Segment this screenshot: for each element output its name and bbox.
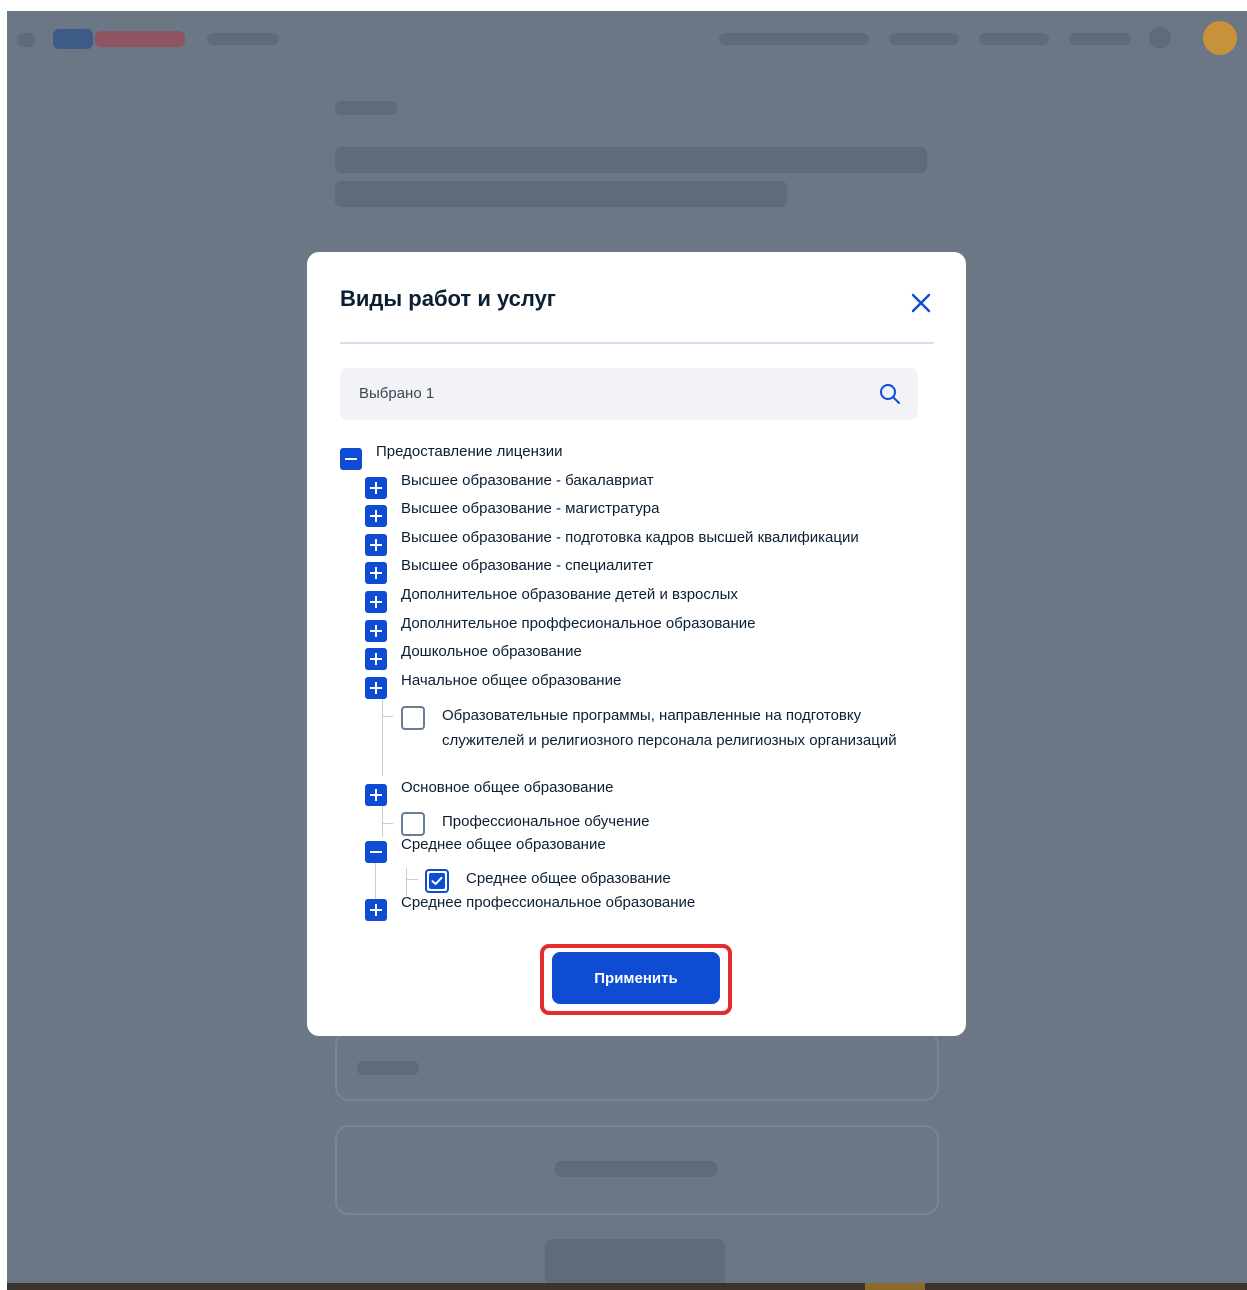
- taskbar-accent: [865, 1283, 925, 1290]
- expand-icon[interactable]: [365, 648, 387, 670]
- tree-node[interactable]: Среднее общее образование: [365, 836, 606, 863]
- collapse-icon[interactable]: [340, 448, 362, 470]
- tree-leaf[interactable]: Профессиональное обучение: [401, 812, 649, 836]
- tree-connector: [375, 858, 376, 904]
- tree-leaf-label: Профессиональное обучение: [442, 813, 650, 830]
- blurred-page-title-line: [335, 181, 787, 207]
- tree-connector: [406, 879, 418, 880]
- blurred-input-text: [357, 1061, 419, 1075]
- tree-node-label: Высшее образование - подготовка кадров в…: [401, 529, 859, 546]
- tree-leaf-label: Образовательные программы, направленные …: [442, 707, 897, 749]
- blurred-avatar: [1203, 21, 1237, 55]
- tree-leaf-label: Среднее общее образование: [466, 870, 671, 887]
- tree-node-label: Среднее общее образование: [401, 836, 606, 853]
- checkbox-checked[interactable]: [425, 869, 449, 893]
- tree-node[interactable]: Дошкольное образование: [365, 643, 582, 670]
- tree-node[interactable]: Среднее профессиональное образование: [365, 894, 695, 921]
- blurred-nav-item: [889, 33, 959, 45]
- search-value: Выбрано 1: [359, 385, 435, 402]
- tree-node-label: Предоставление лицензии: [376, 443, 563, 460]
- tree-node[interactable]: Дополнительное проффесиональное образова…: [365, 615, 756, 642]
- expand-icon[interactable]: [365, 620, 387, 642]
- expand-icon[interactable]: [365, 505, 387, 527]
- blurred-logo-part: [95, 31, 185, 47]
- expand-icon[interactable]: [365, 591, 387, 613]
- blurred-add-text: [555, 1161, 717, 1177]
- collapse-icon[interactable]: [365, 841, 387, 863]
- blurred-nav-item: [1069, 33, 1131, 45]
- tree-node-label: Дошкольное образование: [401, 643, 582, 660]
- checkbox[interactable]: [401, 706, 425, 730]
- tree-node-label: Среднее профессиональное образование: [401, 894, 696, 911]
- tree-leaf[interactable]: Среднее общее образование: [425, 869, 671, 893]
- checkbox[interactable]: [401, 812, 425, 836]
- tree-node-label: Начальное общее образование: [401, 672, 622, 689]
- tree-node[interactable]: Высшее образование - магистратура: [365, 500, 659, 527]
- tree-node-label: Высшее образование - бакалавриат: [401, 472, 654, 489]
- blurred-nav-item: [719, 33, 869, 45]
- blurred-back-link: [335, 101, 397, 115]
- tree-node-label: Высшее образование - специалитет: [401, 557, 653, 574]
- blurred-nav-item: [979, 33, 1049, 45]
- title-divider: [340, 342, 934, 344]
- work-types-modal: Виды работ и услуг Выбрано 1 Предоставле…: [307, 252, 966, 1036]
- tree-node-label: Основное общее образование: [401, 779, 614, 796]
- expand-icon[interactable]: [365, 534, 387, 556]
- blurred-button: [545, 1239, 725, 1283]
- tree-node-label: Дополнительное проффесиональное образова…: [401, 615, 756, 632]
- close-icon[interactable]: [908, 290, 934, 316]
- search-input[interactable]: Выбрано 1: [340, 368, 918, 420]
- tree-connector: [406, 868, 407, 896]
- blurred-logo: [53, 29, 93, 49]
- apply-button[interactable]: Применить: [552, 952, 720, 1004]
- tree-node[interactable]: Начальное общее образование: [365, 672, 621, 699]
- expand-icon[interactable]: [365, 562, 387, 584]
- tree-node-label: Высшее образование - магистратура: [401, 500, 660, 517]
- check-icon: [429, 873, 445, 889]
- blurred-search-icon: [1149, 27, 1171, 49]
- modal-title: Виды работ и услуг: [340, 286, 556, 311]
- blurred-input-box: [335, 1031, 939, 1101]
- expand-icon[interactable]: [365, 677, 387, 699]
- tree-node[interactable]: Основное общее образование: [365, 779, 614, 806]
- tree-connector: [382, 716, 393, 717]
- expand-icon[interactable]: [365, 899, 387, 921]
- tree-node[interactable]: Дополнительное образование детей и взрос…: [365, 586, 738, 613]
- tree-node-label: Дополнительное образование детей и взрос…: [401, 586, 738, 603]
- tree-connector: [382, 696, 383, 776]
- tree-node[interactable]: Высшее образование - специалитет: [365, 557, 653, 584]
- tree-root-node[interactable]: Предоставление лицензии: [340, 443, 562, 470]
- search-icon[interactable]: [878, 382, 902, 406]
- tree-leaf[interactable]: Образовательные программы, направленные …: [401, 706, 921, 753]
- expand-icon[interactable]: [365, 784, 387, 806]
- blurred-menu-icon: [17, 33, 35, 47]
- tree-node[interactable]: Высшее образование - подготовка кадров в…: [365, 529, 859, 556]
- tree-node[interactable]: Высшее образование - бакалавриат: [365, 472, 654, 499]
- expand-icon[interactable]: [365, 477, 387, 499]
- tree-connector: [382, 801, 383, 837]
- blurred-page-title-line: [335, 147, 927, 173]
- blurred-header-text: [207, 33, 279, 45]
- bottom-taskbar-strip: [7, 1283, 1247, 1290]
- tree-connector: [382, 823, 393, 824]
